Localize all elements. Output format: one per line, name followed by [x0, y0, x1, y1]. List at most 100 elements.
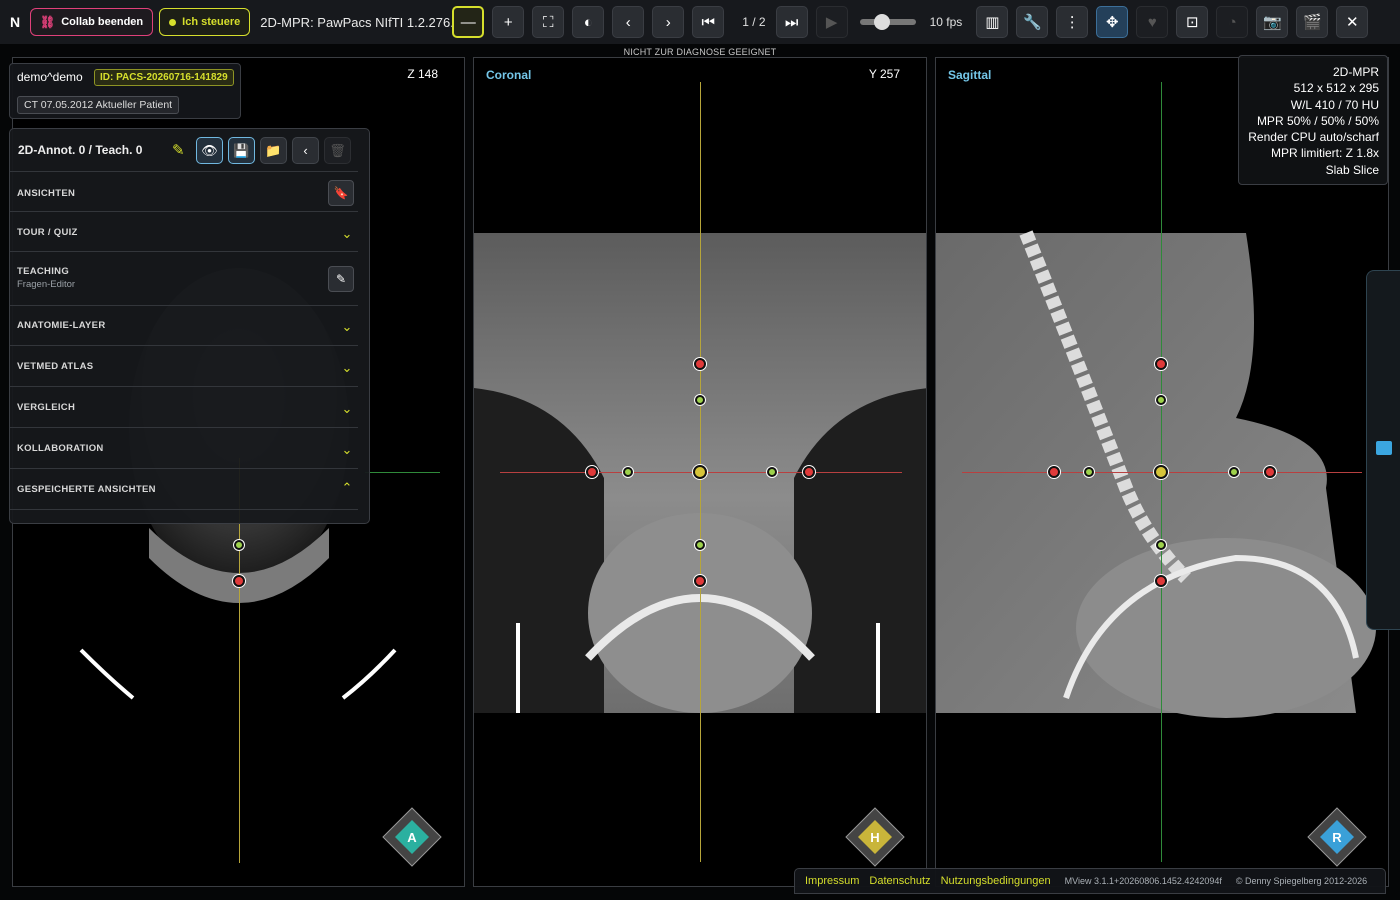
coronal-green-handle-top[interactable] — [695, 395, 705, 405]
fps-label: 10 fps — [929, 15, 963, 29]
section-tour-quiz[interactable]: TOUR / QUIZ ⌄ — [10, 211, 358, 251]
sagittal-green-handle-left[interactable] — [1084, 467, 1094, 477]
axial-orientation-cube[interactable]: A — [381, 806, 443, 868]
performance-button[interactable]: ◔ — [1216, 6, 1249, 38]
coronal-green-handle-left[interactable] — [623, 467, 633, 477]
coronal-red-handle-left[interactable] — [586, 466, 598, 478]
section-label: VETMED ATLAS — [17, 361, 94, 372]
trash-icon: 🗑 — [329, 142, 346, 158]
save-button[interactable]: 💾 — [228, 137, 255, 164]
window-level-button[interactable]: ◐ — [572, 6, 605, 38]
close-button[interactable]: ✕ — [1336, 6, 1369, 38]
pan-tool-button[interactable]: ✥ — [1096, 6, 1129, 38]
columns-icon: ▥ — [985, 14, 1000, 31]
chevron-left-icon: ‹ — [303, 143, 308, 158]
control-status-button[interactable]: Ich steuere — [159, 8, 251, 36]
coronal-red-handle-right[interactable] — [803, 466, 815, 478]
save-icon: 💾 — [233, 142, 250, 158]
cine-button[interactable]: 🎬 — [1296, 6, 1329, 38]
study-selector[interactable]: CT 07.05.2012 Aktueller Patient — [17, 96, 180, 114]
sagittal-orientation-cube[interactable]: R — [1306, 806, 1368, 868]
last-frame-button[interactable]: ⏭ — [775, 6, 808, 38]
axial-red-handle[interactable] — [233, 575, 245, 587]
mview-app: N ⛓ Collab beenden Ich steuere 2D-MPR: P… — [0, 0, 1400, 900]
coronal-viewport[interactable]: Coronal Y 257 H — [473, 57, 927, 887]
section-vergleich[interactable]: VERGLEICH ⌄ — [10, 386, 358, 427]
info-line: Slab Slice — [1325, 162, 1379, 177]
patient-card: demo^demo ID: PACS-20260716-141829 CT 07… — [9, 63, 241, 119]
section-teaching[interactable]: TEACHING Fragen-Editor ✎ — [10, 251, 358, 305]
coronal-center-handle[interactable] — [693, 465, 707, 479]
sagittal-red-handle-bottom[interactable] — [1155, 575, 1167, 587]
coronal-green-handle-right[interactable] — [767, 467, 777, 477]
pencil-icon[interactable]: ✎ — [172, 141, 185, 159]
page-indicator: 1 / 2 — [742, 15, 766, 29]
open-folder-button[interactable]: 📁 — [260, 137, 287, 164]
coronal-green-handle-bottom[interactable] — [695, 540, 705, 550]
chevron-down-icon: ⌄ — [341, 360, 353, 375]
coronal-cube-letter: H — [870, 830, 879, 845]
tools-button[interactable]: 🔧 — [1016, 6, 1049, 38]
section-kollaboration[interactable]: KOLLABORATION ⌄ — [10, 427, 358, 468]
axial-horizontal-crosshair[interactable] — [365, 472, 440, 473]
impressum-link[interactable]: Impressum — [805, 875, 859, 887]
control-status-label: Ich steuere — [182, 16, 241, 28]
section-anatomie-layer[interactable]: ANATOMIE-LAYER ⌄ — [10, 305, 358, 345]
section-label: TEACHING — [17, 266, 70, 277]
eye-icon: 👁 — [201, 142, 218, 158]
sagittal-center-handle[interactable] — [1154, 465, 1168, 479]
add-view-button[interactable]: 🔖 — [328, 180, 354, 206]
playback-speed-slider[interactable] — [859, 14, 916, 30]
section-gespeicherte-ansichten[interactable]: GESPEICHERTE ANSICHTEN ⌃ — [10, 468, 358, 510]
patient-id-badge[interactable]: ID: PACS-20260716-141829 — [94, 69, 234, 86]
end-collab-label: Collab beenden — [61, 16, 144, 28]
info-line: 512 x 512 x 295 — [1293, 81, 1379, 96]
wrench-icon: 🔧 — [1022, 14, 1042, 31]
sagittal-cube-letter: R — [1332, 830, 1342, 845]
first-frame-button[interactable]: ⏮ — [692, 6, 725, 38]
zoom-out-button[interactable]: — — [452, 6, 485, 38]
layout-button[interactable]: ▥ — [976, 6, 1009, 38]
heart-pin-icon: ♥ — [1147, 13, 1157, 31]
datenschutz-link[interactable]: Datenschutz — [869, 875, 930, 887]
collapse-panel-button[interactable]: ‹ — [292, 137, 319, 164]
app-logo: N — [9, 14, 21, 30]
coronal-orientation-cube[interactable]: H — [844, 806, 906, 868]
question-editor-button[interactable]: ✎ — [328, 266, 354, 292]
play-button[interactable]: ▶ — [815, 6, 848, 38]
focus-button[interactable]: ⊡ — [1176, 6, 1209, 38]
sagittal-red-handle-left[interactable] — [1048, 466, 1060, 478]
axial-green-handle[interactable] — [234, 540, 244, 550]
chat-icon — [1376, 441, 1392, 455]
next-button[interactable]: › — [652, 6, 685, 38]
mask-tool-button[interactable]: ♥ — [1136, 6, 1169, 38]
slider-knob[interactable] — [873, 14, 890, 30]
sagittal-red-handle-top[interactable] — [1155, 358, 1167, 370]
sagittal-green-handle-bottom[interactable] — [1156, 540, 1166, 550]
more-menu-button[interactable]: ⋮ — [1056, 6, 1089, 38]
series-title: 2D-MPR: PawPacs NIfTI 1.2.276... — [260, 14, 453, 30]
sagittal-green-handle-top[interactable] — [1156, 395, 1166, 405]
coronal-red-handle-bottom[interactable] — [694, 575, 706, 587]
not-for-diagnosis-notice: NICHT ZUR DIAGNOSE GEEIGNET — [623, 47, 777, 57]
section-vetmed-atlas[interactable]: VETMED ATLAS ⌄ — [10, 345, 358, 386]
fit-to-screen-button[interactable]: ⛶ — [532, 6, 565, 38]
screenshot-button[interactable]: 📷 — [1256, 6, 1289, 38]
sagittal-red-handle-right[interactable] — [1264, 466, 1276, 478]
toggle-visibility-button[interactable]: 👁 — [196, 137, 223, 164]
edit-list-icon: ✎ — [335, 272, 347, 286]
section-ansichten[interactable]: ANSICHTEN 🔖 — [10, 171, 358, 211]
zoom-in-button[interactable]: + — [492, 6, 525, 38]
previous-button[interactable]: ‹ — [612, 6, 645, 38]
close-icon: ✕ — [1346, 14, 1359, 31]
end-collab-button[interactable]: ⛓ Collab beenden — [30, 8, 154, 36]
play-icon: ▶ — [825, 14, 838, 31]
chevron-down-icon: ⌄ — [341, 401, 353, 416]
delete-button[interactable]: 🗑 — [324, 137, 351, 164]
chat-side-tab[interactable] — [1366, 270, 1400, 630]
coronal-red-handle-top[interactable] — [694, 358, 706, 370]
copyright-label: © Denny Spiegelberg 2012-2026 — [1235, 876, 1368, 886]
sagittal-green-handle-right[interactable] — [1229, 467, 1239, 477]
top-toolbar: N ⛓ Collab beenden Ich steuere 2D-MPR: P… — [0, 0, 1400, 44]
nutzungsbedingungen-link[interactable]: Nutzungsbedingungen — [941, 875, 1051, 887]
